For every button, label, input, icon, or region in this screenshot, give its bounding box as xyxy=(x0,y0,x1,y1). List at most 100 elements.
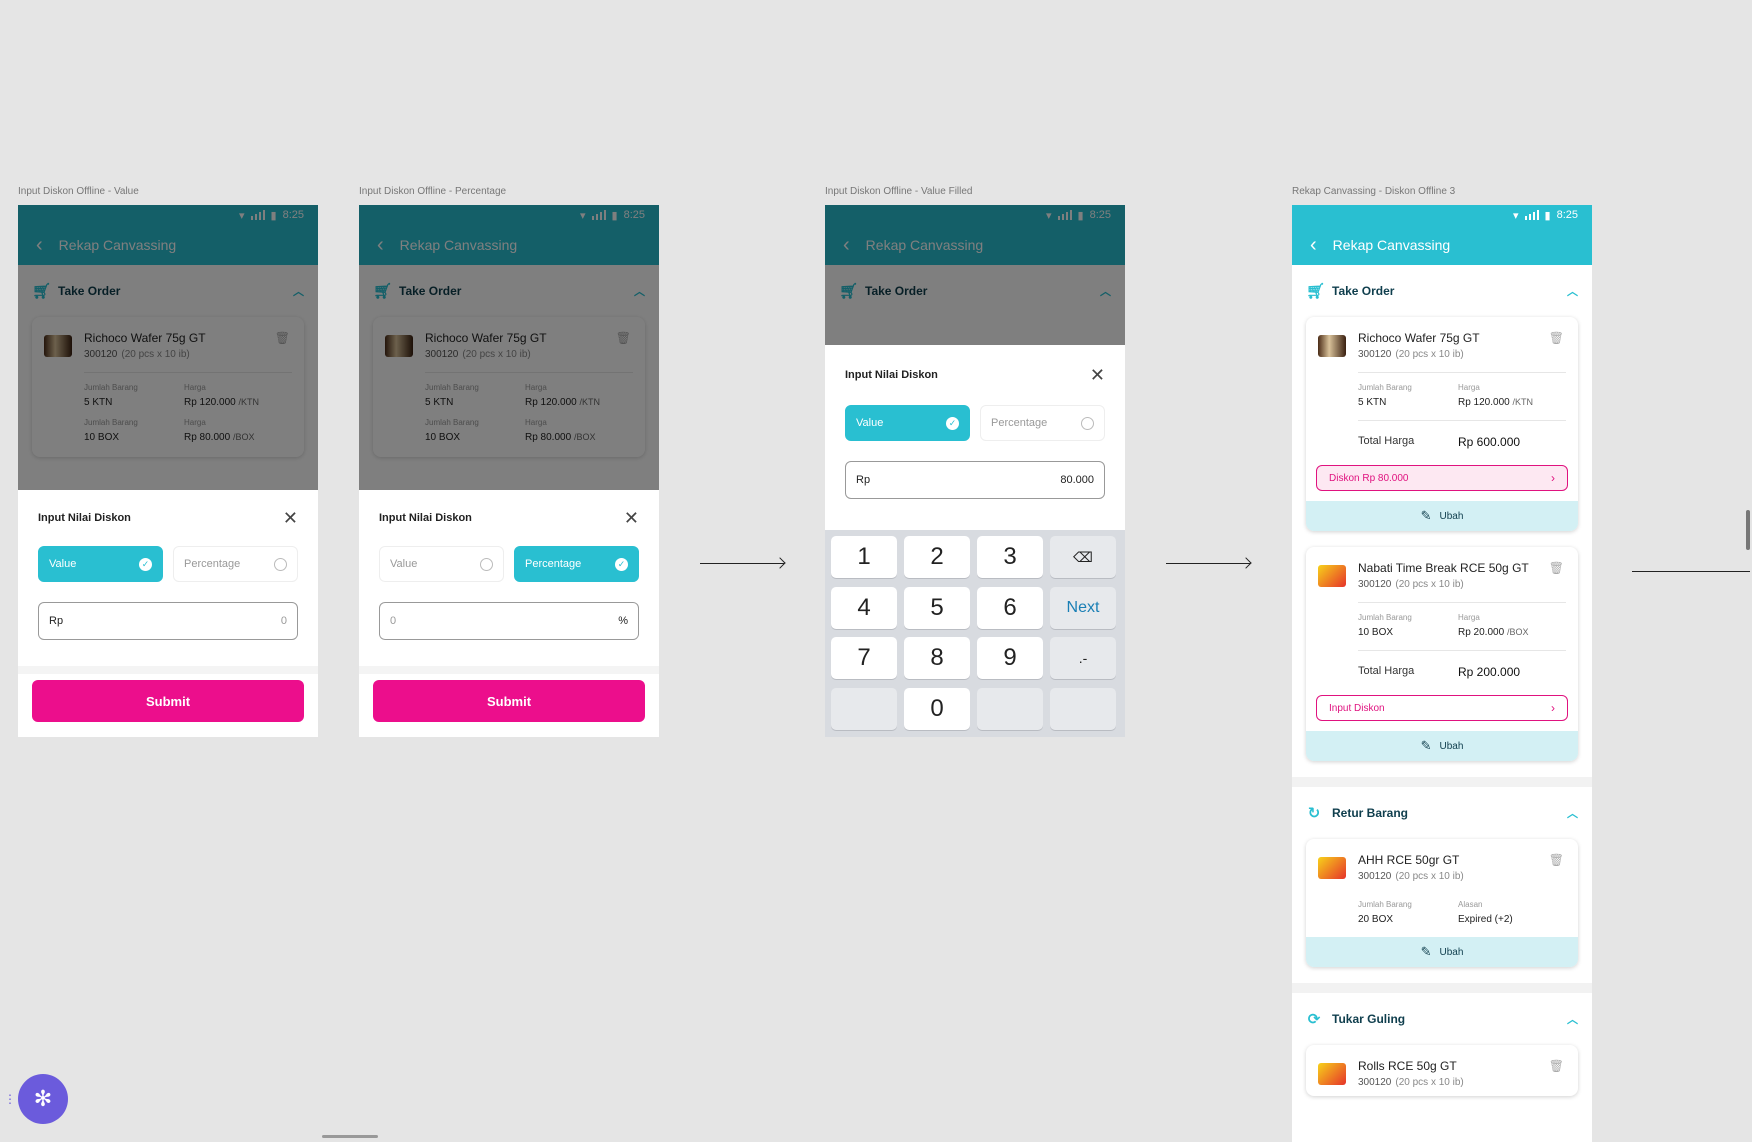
key-9[interactable]: 9 xyxy=(977,637,1043,679)
product-code: 300120 xyxy=(1358,579,1392,590)
close-icon[interactable]: ✕ xyxy=(624,508,639,529)
edit-icon: ✎ xyxy=(1420,944,1432,959)
radio-icon xyxy=(274,557,287,571)
key-5[interactable]: 5 xyxy=(904,586,970,629)
trash-icon[interactable]: 🗑︎ xyxy=(1549,1059,1564,1073)
toggle-percentage[interactable]: Percentage xyxy=(173,546,298,582)
check-icon: ✓ xyxy=(139,557,152,571)
product-pack: (20 pcs x 10 ib) xyxy=(1395,349,1464,360)
key-2[interactable]: 2 xyxy=(904,536,970,578)
product-pack: (20 pcs x 10 ib) xyxy=(1395,1077,1464,1088)
trash-icon[interactable]: 🗑︎ xyxy=(1549,561,1564,575)
cart-icon: 🛒︎ xyxy=(1306,283,1326,300)
home-indicator xyxy=(322,1135,378,1138)
key-3[interactable]: 3 xyxy=(977,536,1043,578)
currency-prefix: Rp xyxy=(856,474,871,486)
key-1[interactable]: 1 xyxy=(831,536,897,578)
price-label: Harga xyxy=(1458,613,1480,622)
reason-label: Alasan xyxy=(1458,900,1483,909)
price-value: Rp 120.000 xyxy=(1458,397,1510,408)
discount-label: Diskon Rp 80.000 xyxy=(1329,472,1409,484)
discount-value-input[interactable]: Rp 0 xyxy=(38,602,298,640)
toggle-label: Percentage xyxy=(184,558,241,570)
section-title: Take Order xyxy=(1332,284,1395,298)
product-image xyxy=(1318,1063,1346,1085)
edit-label: Ubah xyxy=(1439,740,1464,752)
backspace-icon[interactable]: ⌫ xyxy=(1050,536,1116,578)
discount-button[interactable]: Diskon Rp 80.000 › xyxy=(1316,465,1568,491)
product-image xyxy=(1318,857,1346,879)
section-title: Retur Barang xyxy=(1332,806,1409,820)
chevron-up-icon[interactable]: ︿ xyxy=(1567,283,1578,299)
edit-button[interactable]: ✎ Ubah xyxy=(1306,501,1578,531)
page-title: Rekap Canvassing xyxy=(1332,237,1451,253)
chevron-right-icon: › xyxy=(1551,471,1555,485)
toggle-value[interactable]: Value ✓ xyxy=(38,546,163,582)
product-name: Richoco Wafer 75g GT xyxy=(1358,331,1480,345)
flow-arrow-head xyxy=(774,557,786,569)
percent-suffix: % xyxy=(618,615,628,627)
empty-key xyxy=(1050,687,1116,730)
product-name: AHH RCE 50gr GT xyxy=(1358,853,1460,867)
frame-input-diskon-value: ▾▮8:25 ‹Rekap Canvassing 🛒︎Take Order︿ R… xyxy=(18,205,318,737)
qty-label: Jumlah Barang xyxy=(1358,613,1412,622)
edit-button[interactable]: ✎ Ubah xyxy=(1306,731,1578,761)
edit-button[interactable]: ✎ Ubah xyxy=(1306,937,1578,967)
qty-value: 10 BOX xyxy=(1358,627,1394,638)
key-0[interactable]: 0 xyxy=(904,687,970,730)
modal-scrim[interactable] xyxy=(825,205,1125,345)
close-icon[interactable]: ✕ xyxy=(283,508,298,529)
price-value: Rp 20.000 xyxy=(1458,627,1505,638)
edit-label: Ubah xyxy=(1439,510,1464,522)
wifi-icon: ▾ xyxy=(1512,209,1519,222)
frame-label-value: Input Diskon Offline - Value xyxy=(18,186,139,197)
toggle-percentage[interactable]: Percentage ✓ xyxy=(514,546,639,582)
status-bar: ▾ ▮ 8:25 xyxy=(1292,205,1592,225)
scrollbar-handle[interactable] xyxy=(1746,510,1750,550)
key-7[interactable]: 7 xyxy=(831,637,897,679)
dot-dash-key[interactable]: .- xyxy=(1050,637,1116,679)
product-card: AHH RCE 50gr GT 300120 (20 pcs x 10 ib) 🗑… xyxy=(1306,839,1578,967)
chevron-up-icon[interactable]: ︿ xyxy=(1567,1011,1578,1027)
product-card: Nabati Time Break RCE 50g GT 300120 (20 p… xyxy=(1306,547,1578,761)
trash-icon[interactable]: 🗑︎ xyxy=(1549,331,1564,345)
exchange-icon: ⟳ xyxy=(1307,1011,1321,1028)
total-label: Total Harga xyxy=(1358,665,1415,677)
toggle-label: Percentage xyxy=(991,417,1048,429)
plugin-fab-button[interactable]: ✻ xyxy=(18,1074,68,1124)
sheet-title: Input Nilai Diskon xyxy=(38,512,131,524)
close-icon[interactable]: ✕ xyxy=(1090,365,1105,386)
discount-value-input[interactable]: Rp 80.000 xyxy=(845,461,1105,499)
qty-value: 5 KTN xyxy=(1358,397,1387,408)
total-label: Total Harga xyxy=(1358,435,1415,447)
section-title: Tukar Guling xyxy=(1332,1012,1406,1026)
signal-icon xyxy=(1524,210,1539,220)
discount-percent-input[interactable]: 0% xyxy=(379,602,639,640)
flow-arrow-line xyxy=(1166,563,1250,564)
modal-scrim[interactable] xyxy=(359,205,659,490)
battery-icon: ▮ xyxy=(1544,209,1551,222)
product-pack: (20 pcs x 10 ib) xyxy=(1395,579,1464,590)
submit-button[interactable]: Submit xyxy=(373,680,645,722)
next-key[interactable]: Next xyxy=(1050,586,1116,629)
input-discount-button[interactable]: Input Diskon › xyxy=(1316,695,1568,721)
price-label: Harga xyxy=(1458,383,1480,392)
qty-label: Jumlah Barang xyxy=(1358,383,1412,392)
toggle-value[interactable]: Value ✓ xyxy=(845,405,970,441)
frame-label-value-filled: Input Diskon Offline - Value Filled xyxy=(825,186,973,197)
total-value: Rp 200.000 xyxy=(1458,665,1521,679)
toggle-percentage[interactable]: Percentage xyxy=(980,405,1105,441)
currency-prefix: Rp xyxy=(49,615,64,627)
toggle-value[interactable]: Value xyxy=(379,546,504,582)
qty-value: 20 BOX xyxy=(1358,914,1394,925)
trash-icon[interactable]: 🗑︎ xyxy=(1549,853,1564,867)
key-6[interactable]: 6 xyxy=(977,586,1043,629)
submit-button[interactable]: Submit xyxy=(32,680,304,722)
key-4[interactable]: 4 xyxy=(831,586,897,629)
arrow-left-icon[interactable]: ‹ xyxy=(1310,234,1317,257)
key-8[interactable]: 8 xyxy=(904,637,970,679)
chevron-up-icon[interactable]: ︿ xyxy=(1567,805,1578,821)
input-value: 80.000 xyxy=(1060,474,1094,486)
modal-scrim[interactable] xyxy=(18,205,318,490)
total-value: Rp 600.000 xyxy=(1458,435,1521,449)
